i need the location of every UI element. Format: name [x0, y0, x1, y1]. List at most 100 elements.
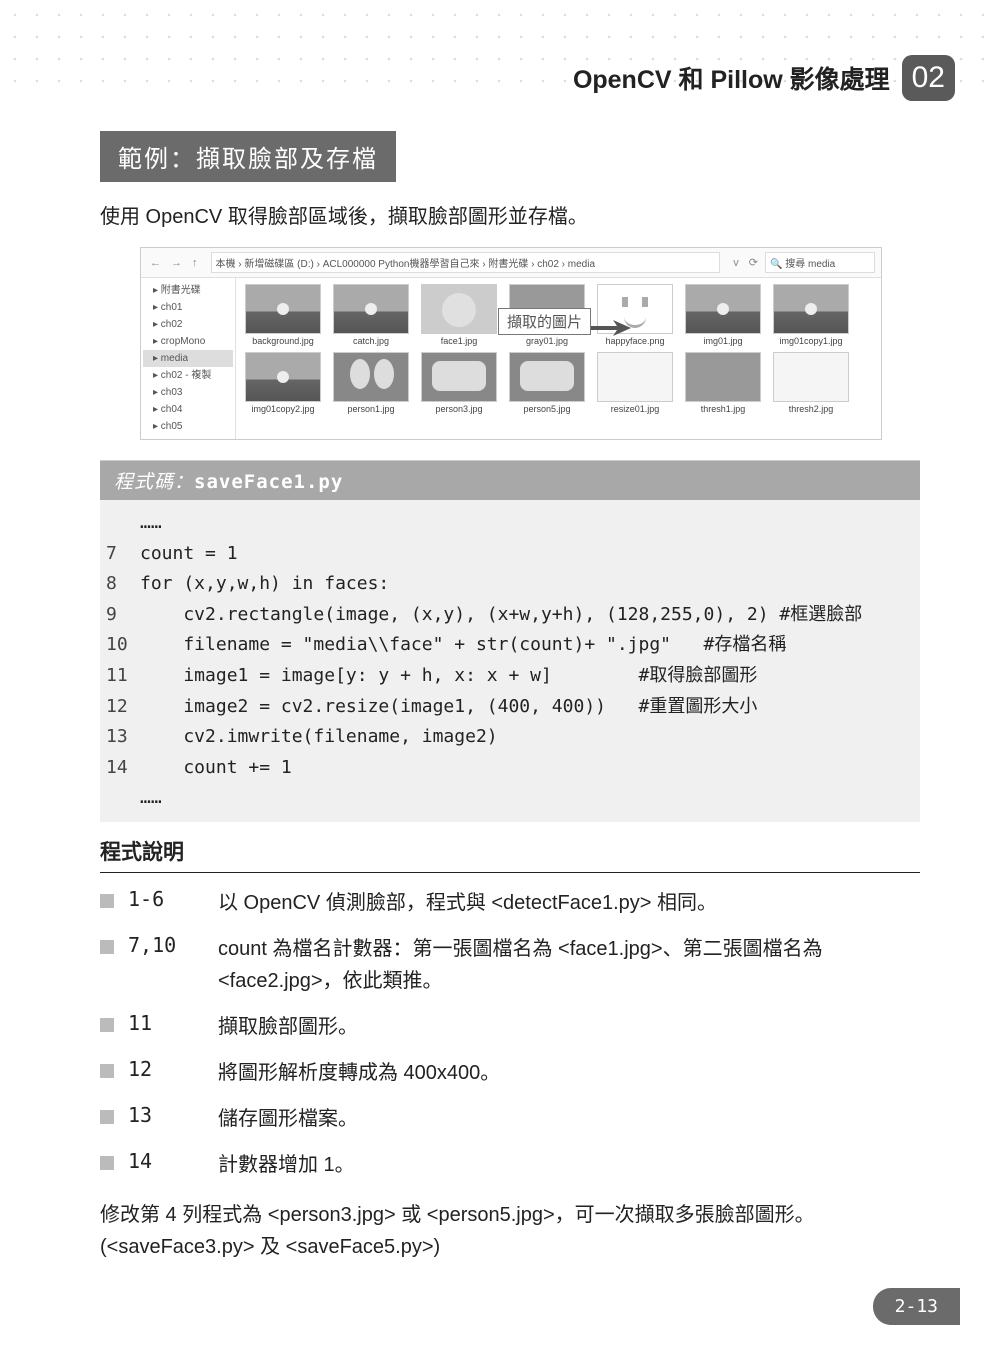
thumbnail-caption: person3.jpg	[418, 404, 500, 414]
section-title: 範例：擷取臉部及存檔	[100, 131, 396, 182]
thumbnail-item: img01.jpg	[682, 284, 764, 346]
file-explorer-screenshot: ← → ↑ 本機 › 新增磁碟區 (D:) › ACL000000 Python…	[140, 247, 882, 440]
tree-item: ▸ cropMono	[143, 333, 233, 350]
header-title: OpenCV 和 Pillow 影像處理	[573, 60, 890, 96]
code-line: 10 filename = "media\\face" + str(count)…	[106, 630, 906, 661]
thumbnail-image	[509, 352, 585, 402]
thumbnail-image	[333, 284, 409, 334]
up-icon: ↑	[189, 257, 201, 269]
thumbnail-caption: catch.jpg	[330, 336, 412, 346]
code-line: 14 count += 1	[106, 753, 906, 784]
chapter-badge: 02	[902, 55, 955, 101]
tree-item: ▸ ch02 - 複製	[143, 367, 233, 384]
tree-item: ▸ ch01	[143, 299, 233, 316]
thumbnail-image	[597, 352, 673, 402]
code-line: 8for (x,y,w,h) in faces:	[106, 569, 906, 600]
thumbnail-item: thresh2.jpg	[770, 352, 852, 414]
tree-item: ▸ ch02	[143, 316, 233, 333]
thumbnail-grid: background.jpg catch.jpg face1.jpg gray01.j…	[236, 278, 881, 420]
tree-item: ▸ ch05	[143, 418, 233, 435]
explain-item: 13儲存圖形檔案。	[100, 1103, 920, 1135]
page-number: 2-13	[873, 1288, 960, 1325]
callout-label: 擷取的圖片	[498, 308, 591, 335]
explain-item: 14計數器增加 1。	[100, 1149, 920, 1181]
tree-item: ▸ media	[143, 350, 233, 367]
thumbnail-item: face1.jpg	[418, 284, 500, 346]
thumbnail-item: img01copy2.jpg	[242, 352, 324, 414]
explain-text: 儲存圖形檔案。	[218, 1103, 920, 1135]
explain-text: 計數器增加 1。	[218, 1149, 920, 1181]
folder-tree: ▸ 附書光碟▸ ch01▸ ch02▸ cropMono▸ media▸ ch0…	[141, 278, 236, 439]
thumbnail-caption: gray01.jpg	[506, 336, 588, 346]
explain-item: 12將圖形解析度轉成為 400x400。	[100, 1057, 920, 1089]
thumbnail-caption: img01copy2.jpg	[242, 404, 324, 414]
search-input: 🔍 搜尋 media	[765, 252, 875, 273]
tree-item: ▸ ch03	[143, 384, 233, 401]
code-block: 程式碼：saveFace1.py ……7count = 18for (x,y,w…	[100, 460, 920, 822]
explain-text: 以 OpenCV 偵測臉部，程式與 <detectFace1.py> 相同。	[218, 887, 920, 919]
bullet-icon	[100, 1018, 114, 1032]
page-content: 範例：擷取臉部及存檔 使用 OpenCV 取得臉部區域後，擷取臉部圖形並存檔。 …	[0, 101, 1000, 1263]
code-line: 7count = 1	[106, 539, 906, 570]
bullet-icon	[100, 940, 114, 954]
bullet-icon	[100, 1110, 114, 1124]
code-line: 9 cv2.rectangle(image, (x,y), (x+w,y+h),…	[106, 600, 906, 631]
thumbnail-image	[773, 352, 849, 402]
thumbnail-caption: thresh1.jpg	[682, 404, 764, 414]
explorer-toolbar: ← → ↑ 本機 › 新增磁碟區 (D:) › ACL000000 Python…	[141, 248, 881, 278]
code-line: 11 image1 = image[y: y + h, x: x + w] #取…	[106, 661, 906, 692]
code-line: ……	[106, 783, 906, 814]
thumbnail-image	[333, 352, 409, 402]
thumbnail-image	[245, 284, 321, 334]
thumbnail-image	[773, 284, 849, 334]
code-line: 13 cv2.imwrite(filename, image2)	[106, 722, 906, 753]
footnote-text: 修改第 4 列程式為 <person3.jpg> 或 <person5.jpg>…	[100, 1199, 920, 1263]
thumbnail-item: person5.jpg	[506, 352, 588, 414]
thumbnail-item: thresh1.jpg	[682, 352, 764, 414]
explain-linenum: 12	[128, 1057, 218, 1081]
thumbnail-caption: person1.jpg	[330, 404, 412, 414]
explain-item: 7,10count 為檔名計數器：第一張圖檔名為 <face1.jpg>、第二張…	[100, 933, 920, 997]
code-body: ……7count = 18for (x,y,w,h) in faces:9 cv…	[100, 500, 920, 822]
tree-item: ▸ ch04	[143, 401, 233, 418]
explain-list: 1-6以 OpenCV 偵測臉部，程式與 <detectFace1.py> 相同…	[100, 887, 920, 1181]
thumbnail-image	[685, 352, 761, 402]
thumbnail-caption: face1.jpg	[418, 336, 500, 346]
thumbnail-caption: img01.jpg	[682, 336, 764, 346]
explain-item: 1-6以 OpenCV 偵測臉部，程式與 <detectFace1.py> 相同…	[100, 887, 920, 919]
tree-item: ▸ 附書光碟	[143, 282, 233, 299]
page-header: OpenCV 和 Pillow 影像處理 02	[0, 0, 1000, 101]
thumbnail-image	[245, 352, 321, 402]
back-icon: ←	[147, 257, 164, 269]
thumbnail-item: catch.jpg	[330, 284, 412, 346]
explain-linenum: 7,10	[128, 933, 218, 957]
code-header: 程式碼：saveFace1.py	[100, 461, 920, 500]
thumbnail-item: resize01.jpg	[594, 352, 676, 414]
thumbnail-image	[421, 352, 497, 402]
bullet-icon	[100, 1064, 114, 1078]
breadcrumb: 本機 › 新增磁碟區 (D:) › ACL000000 Python機器學習自己…	[211, 252, 721, 273]
thumbnail-caption: thresh2.jpg	[770, 404, 852, 414]
code-line: ……	[106, 508, 906, 539]
thumbnail-image	[421, 284, 497, 334]
explain-linenum: 11	[128, 1011, 218, 1035]
code-line: 12 image2 = cv2.resize(image1, (400, 400…	[106, 692, 906, 723]
thumbnail-item: img01copy1.jpg	[770, 284, 852, 346]
bullet-icon	[100, 894, 114, 908]
explain-linenum: 14	[128, 1149, 218, 1173]
forward-icon: →	[168, 257, 185, 269]
explain-text: 擷取臉部圖形。	[218, 1011, 920, 1043]
explain-title: 程式說明	[100, 822, 920, 873]
thumbnail-caption: resize01.jpg	[594, 404, 676, 414]
thumbnail-item: background.jpg	[242, 284, 324, 346]
thumbnail-item: person3.jpg	[418, 352, 500, 414]
explain-linenum: 13	[128, 1103, 218, 1127]
thumbnail-caption: img01copy1.jpg	[770, 336, 852, 346]
bullet-icon	[100, 1156, 114, 1170]
thumbnail-caption: background.jpg	[242, 336, 324, 346]
explain-item: 11擷取臉部圖形。	[100, 1011, 920, 1043]
refresh-icon: ⟳	[746, 256, 761, 269]
explain-text: 將圖形解析度轉成為 400x400。	[218, 1057, 920, 1089]
thumbnail-item: person1.jpg	[330, 352, 412, 414]
explain-linenum: 1-6	[128, 887, 218, 911]
